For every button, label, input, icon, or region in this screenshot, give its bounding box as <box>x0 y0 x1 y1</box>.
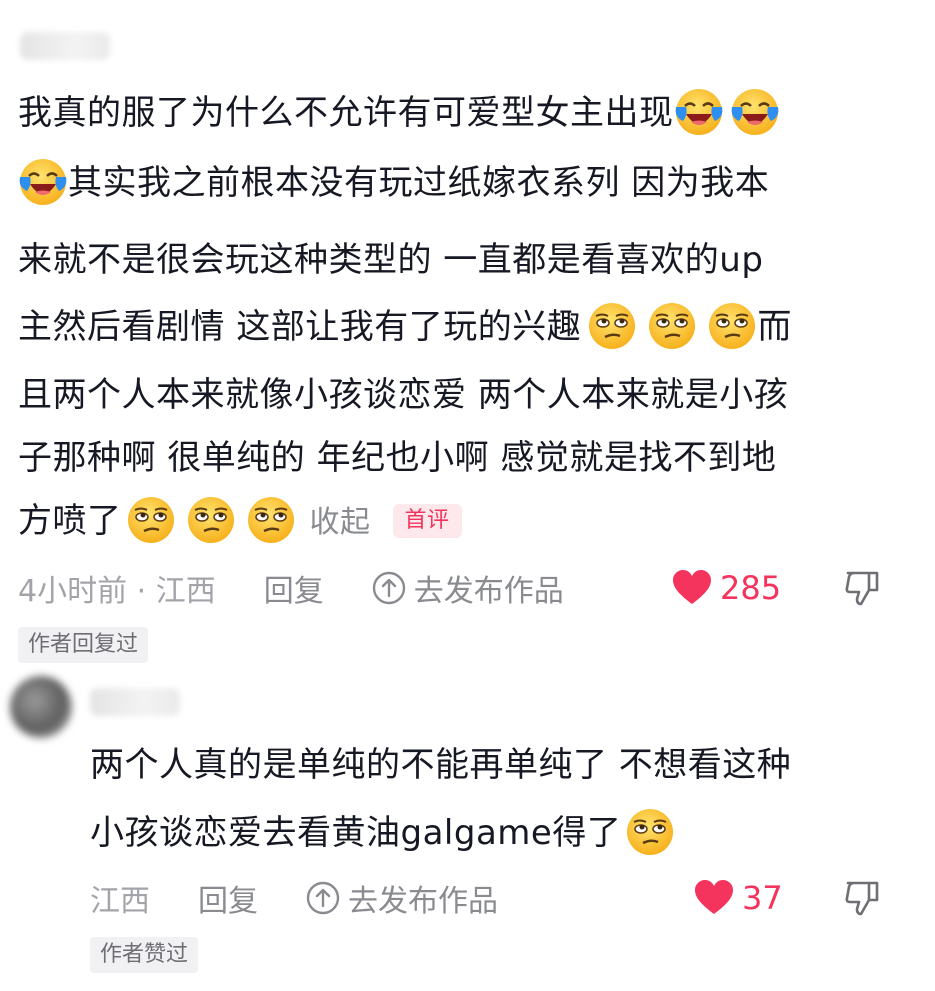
post-work-label: 去发布作品 <box>348 884 498 919</box>
comment-text: 我真的服了为什么不允许有可爱型女主出现 其实我之前根本没有玩过纸嫁衣系列 因为我… <box>18 88 918 548</box>
reply-button[interactable]: 回复 <box>264 566 324 610</box>
comment-line-text: 来就不是很会玩这种类型的 一直都是看喜欢的up <box>18 240 764 280</box>
comment-line-text: 主然后看剧情 这部让我有了玩的兴趣 <box>18 307 582 347</box>
comment-meta: 4小时前 · 江西 回复 去发布作品 <box>18 566 564 610</box>
smirk-emoji <box>186 495 236 545</box>
smirk-emoji <box>587 301 637 351</box>
comment-line: 方喷了 收起 首评 <box>18 496 462 546</box>
smirk-emoji <box>246 495 296 545</box>
smirk-emoji <box>126 495 176 545</box>
like-count: 285 <box>720 569 782 607</box>
comment-line-text: 方喷了 <box>18 501 122 541</box>
comment-line-text: 而 <box>757 307 792 347</box>
like-count: 37 <box>742 879 783 917</box>
author-replied-badge: 作者回复过 <box>18 627 149 663</box>
thumbs-down-icon[interactable] <box>842 568 882 608</box>
post-work-button[interactable]: 去发布作品 <box>306 876 498 920</box>
heart-icon <box>673 570 711 604</box>
crying-laughing-emoji <box>730 87 780 137</box>
comment-line: 子那种啊 很单纯的 年纪也小啊 感觉就是找不到地 <box>18 433 776 483</box>
comment-line-text: 两个人真的是单纯的不能再单纯了 不想看这种 <box>90 745 792 785</box>
post-work-label: 去发布作品 <box>413 574 564 609</box>
post-work-button[interactable]: 去发布作品 <box>372 566 564 610</box>
first-comment-tag: 首评 <box>392 503 462 538</box>
avatar[interactable] <box>10 676 72 738</box>
crying-laughing-emoji <box>674 87 724 137</box>
like-button[interactable]: 37 <box>694 878 783 918</box>
comment-line-text: 小孩谈恋爱去看黄油galgame得了 <box>90 813 622 853</box>
smirk-emoji <box>625 807 675 857</box>
reply-text: 两个人真的是单纯的不能再单纯了 不想看这种 小孩谈恋爱去看黄油galgame得了 <box>90 740 920 870</box>
comment-line-text: 子那种啊 很单纯的 年纪也小啊 感觉就是找不到地 <box>18 438 777 478</box>
reply-button[interactable]: 回复 <box>198 876 258 920</box>
smirk-emoji <box>707 301 757 351</box>
crying-laughing-emoji <box>18 157 68 207</box>
comment-line: 主然后看剧情 这部让我有了玩的兴趣 而 <box>18 302 792 352</box>
arrow-up-circle-icon <box>372 571 405 605</box>
comment-line-text: 我真的服了为什么不允许有可爱型女主出现 <box>18 93 674 133</box>
comment-line-text: 且两个人本来就像小孩谈恋爱 两个人本来就是小孩 <box>18 375 789 415</box>
comment-line: 来就不是很会玩这种类型的 一直都是看喜欢的up <box>18 235 763 285</box>
comment-line: 且两个人本来就像小孩谈恋爱 两个人本来就是小孩 <box>18 370 788 420</box>
heart-icon <box>695 880 733 914</box>
arrow-up-circle-icon <box>306 881 340 915</box>
time-location: 4小时前 · 江西 <box>18 574 216 609</box>
like-button[interactable]: 285 <box>672 568 781 608</box>
username-blurred[interactable] <box>20 32 110 60</box>
collapse-button[interactable]: 收起 <box>310 505 371 540</box>
comment-line: 我真的服了为什么不允许有可爱型女主出现 <box>18 88 780 138</box>
comment-line: 其实我之前根本没有玩过纸嫁衣系列 因为我本 <box>18 158 769 208</box>
comment-line: 两个人真的是单纯的不能再单纯了 不想看这种 <box>90 740 791 790</box>
comment-meta: 江西 回复 去发布作品 <box>90 876 498 920</box>
location: 江西 <box>90 884 150 919</box>
comment-line: 小孩谈恋爱去看黄油galgame得了 <box>90 808 675 858</box>
author-liked-badge: 作者赞过 <box>90 937 199 973</box>
comment-line-text: 其实我之前根本没有玩过纸嫁衣系列 因为我本 <box>68 163 770 203</box>
thumbs-down-icon[interactable] <box>842 878 882 918</box>
smirk-emoji <box>647 301 697 351</box>
username-blurred[interactable] <box>90 688 180 716</box>
